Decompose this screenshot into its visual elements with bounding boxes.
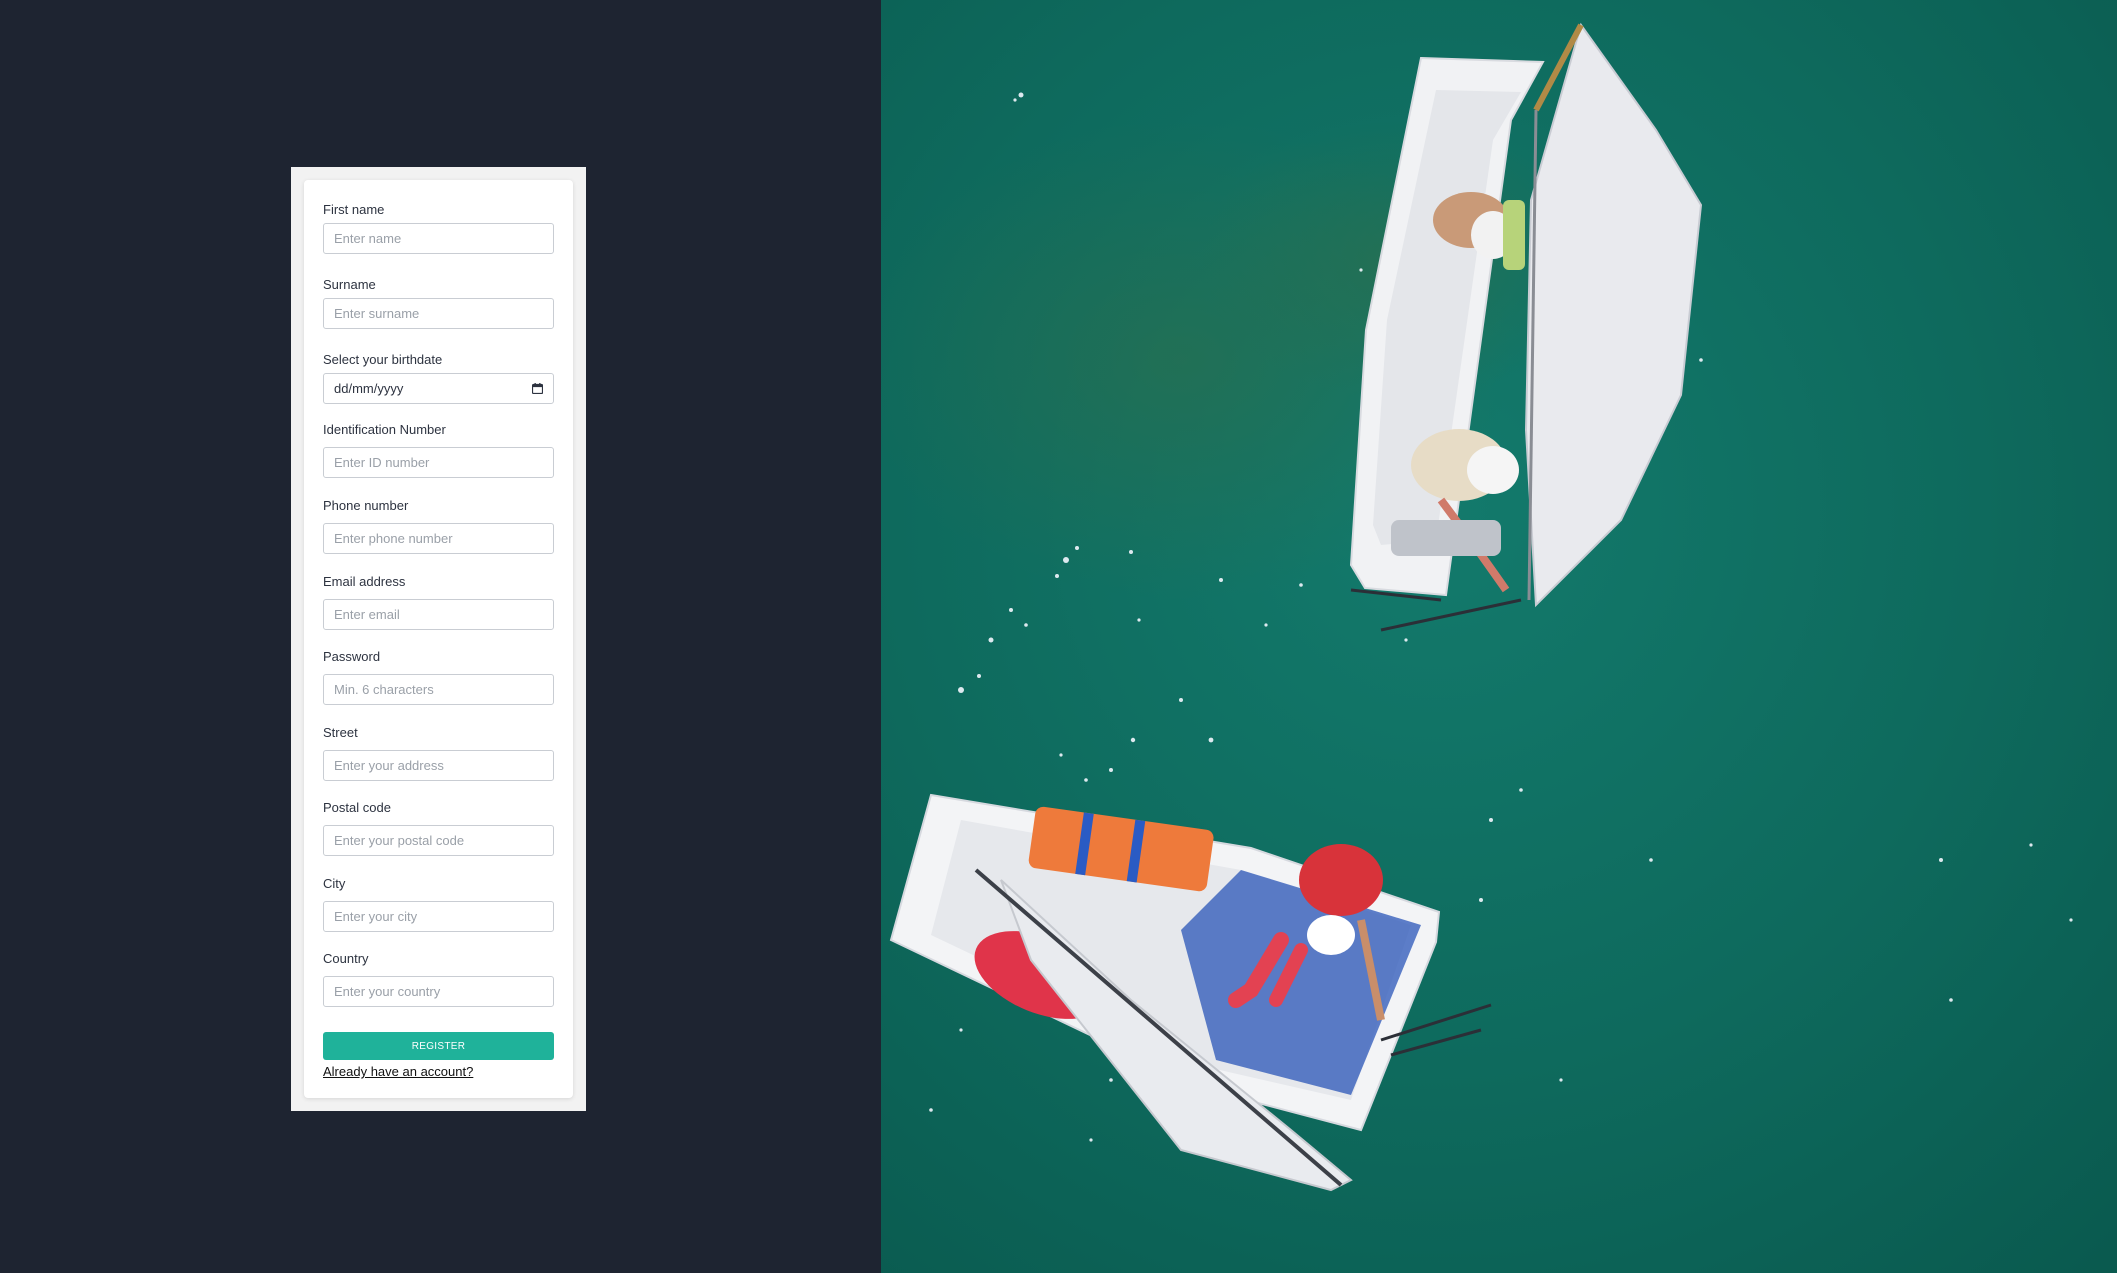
country-field: Country xyxy=(323,951,554,1007)
calendar-icon[interactable] xyxy=(532,383,543,394)
first-name-label: First name xyxy=(323,202,385,217)
id-number-field: Identification Number xyxy=(323,422,554,478)
street-input[interactable] xyxy=(323,750,554,781)
left-pane: First name Surname Select your birthdate… xyxy=(0,0,881,1273)
id-number-input[interactable] xyxy=(323,447,554,478)
email-label: Email address xyxy=(323,574,406,589)
postal-code-field: Postal code xyxy=(323,800,554,856)
phone-field: Phone number xyxy=(323,498,554,554)
birthdate-input[interactable]: dd/mm/yyyy xyxy=(323,373,554,404)
email-input[interactable] xyxy=(323,599,554,630)
birthdate-field: Select your birthdate dd/mm/yyyy xyxy=(323,352,554,404)
surname-input[interactable] xyxy=(323,298,554,329)
register-button[interactable]: REGISTER xyxy=(323,1032,554,1060)
country-label: Country xyxy=(323,951,369,966)
sailing-photo-illustration xyxy=(881,0,2117,1273)
sailing-photo xyxy=(881,0,2117,1273)
already-have-account-link[interactable]: Already have an account? xyxy=(323,1064,473,1079)
password-label: Password xyxy=(323,649,381,664)
surname-field: Surname xyxy=(323,277,554,329)
city-label: City xyxy=(323,876,346,891)
postal-code-label: Postal code xyxy=(323,800,391,815)
street-label: Street xyxy=(323,725,358,740)
birthdate-label: Select your birthdate xyxy=(323,352,443,367)
password-input[interactable] xyxy=(323,674,554,705)
password-field: Password xyxy=(323,649,554,705)
form-frame: First name Surname Select your birthdate… xyxy=(291,167,586,1111)
city-input[interactable] xyxy=(323,901,554,932)
phone-input[interactable] xyxy=(323,523,554,554)
birthdate-value: dd/mm/yyyy xyxy=(334,381,404,396)
city-field: City xyxy=(323,876,554,932)
country-input[interactable] xyxy=(323,976,554,1007)
email-field: Email address xyxy=(323,574,554,630)
postal-code-input[interactable] xyxy=(323,825,554,856)
first-name-input[interactable] xyxy=(323,223,554,254)
registration-form: First name Surname Select your birthdate… xyxy=(304,180,573,1098)
surname-label: Surname xyxy=(323,277,376,292)
first-name-field: First name xyxy=(323,202,554,254)
street-field: Street xyxy=(323,725,554,781)
phone-label: Phone number xyxy=(323,498,409,513)
id-number-label: Identification Number xyxy=(323,422,446,437)
